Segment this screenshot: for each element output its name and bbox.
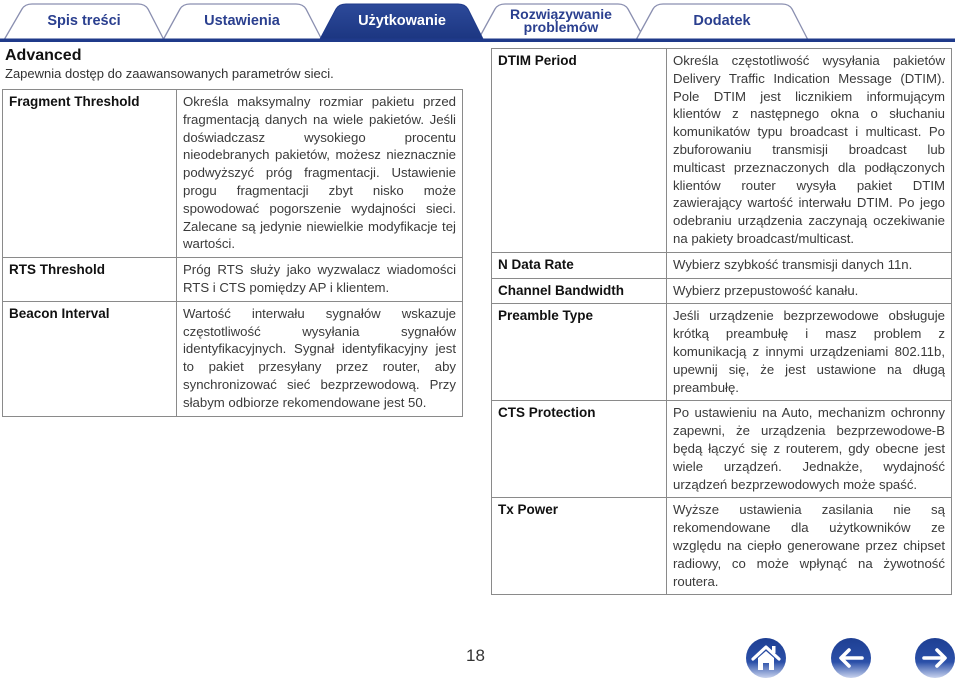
tab-uzytkowanie[interactable]: Użytkowanie bbox=[336, 4, 468, 38]
table-row: N Data Rate Wybierz szybkość transmisji d… bbox=[491, 251, 952, 279]
parameter-description: Próg RTS służy jako wyzwalacz wiadomości… bbox=[176, 257, 463, 302]
page-number: 18 bbox=[466, 646, 485, 665]
parameter-name: Beacon Interval bbox=[2, 300, 177, 417]
tab-ustawienia[interactable]: Ustawienia bbox=[178, 4, 306, 38]
table-row: CTS Protection Po ustawieniu na Auto, mec… bbox=[491, 400, 952, 499]
parameter-description: Określa maksymalny rozmiar pakietu przed… bbox=[176, 88, 463, 259]
parameter-name: RTS Threshold bbox=[2, 257, 177, 302]
tab-spis-tresci[interactable]: Spis treści bbox=[20, 4, 148, 38]
home-icon bbox=[746, 638, 786, 678]
table-row: Tx Power Wyższe ustawienia zasilania nie … bbox=[491, 497, 952, 596]
parameter-description: Określa częstotliwość wysyłania pakietów… bbox=[666, 48, 952, 253]
forward-button[interactable] bbox=[914, 637, 956, 679]
parameter-description: Wybierz przepustowość kanału. bbox=[666, 277, 952, 305]
tab-rozwiazywanie-problemow[interactable]: Rozwiązywanie problemów bbox=[494, 4, 628, 38]
parameters-table-left: Fragment Threshold Określa maksymalny roz… bbox=[2, 88, 463, 417]
table-row: DTIM Period Określa częstotliwość wysyłan… bbox=[491, 48, 952, 253]
parameter-name: Channel Bandwidth bbox=[491, 277, 667, 305]
parameter-description: Jeśli urządzenie bezprzewodowe obsługuje… bbox=[666, 303, 952, 402]
back-button[interactable] bbox=[830, 637, 872, 679]
parameter-description: Po ustawieniu na Auto, mechanizm ochronn… bbox=[666, 400, 952, 499]
parameter-name: CTS Protection bbox=[491, 400, 667, 499]
table-row: Fragment Threshold Określa maksymalny roz… bbox=[2, 88, 463, 259]
table-row: Channel Bandwidth Wybierz przepustowość k… bbox=[491, 277, 952, 305]
table-row: Preamble Type Jeśli urządzenie bezprzewod… bbox=[491, 303, 952, 402]
parameter-name: Preamble Type bbox=[491, 303, 667, 402]
parameter-description: Wybierz szybkość transmisji danych 11n. bbox=[666, 251, 952, 279]
parameter-name: Fragment Threshold bbox=[2, 88, 177, 259]
tab-baseline bbox=[0, 38, 955, 42]
section-subtitle: Zapewnia dostęp do zaawansowanych parame… bbox=[5, 66, 334, 81]
parameter-name: N Data Rate bbox=[491, 251, 667, 279]
tab-rozwiazywanie-line2: problemów bbox=[523, 19, 599, 35]
parameter-name: DTIM Period bbox=[491, 48, 667, 253]
parameter-name: Tx Power bbox=[491, 497, 667, 596]
table-row: RTS Threshold Próg RTS służy jako wyzwala… bbox=[2, 257, 463, 302]
tab-bar: Spis treści Ustawienia Użytkowanie Rozwi… bbox=[0, 0, 960, 42]
arrow-left-icon bbox=[831, 638, 871, 678]
arrow-right-icon bbox=[915, 638, 955, 678]
parameter-description: Wyższe ustawienia zasilania nie są rekom… bbox=[666, 497, 952, 596]
parameters-table-right: DTIM Period Określa częstotliwość wysyłan… bbox=[491, 48, 952, 596]
parameter-description: Wartość interwału sygnałów wskazuje częs… bbox=[176, 300, 463, 417]
section-title: Advanced bbox=[5, 47, 82, 64]
home-button[interactable] bbox=[745, 637, 787, 679]
tab-dodatek[interactable]: Dodatek bbox=[652, 4, 792, 38]
table-row: Beacon Interval Wartość interwału sygnałó… bbox=[2, 300, 463, 417]
